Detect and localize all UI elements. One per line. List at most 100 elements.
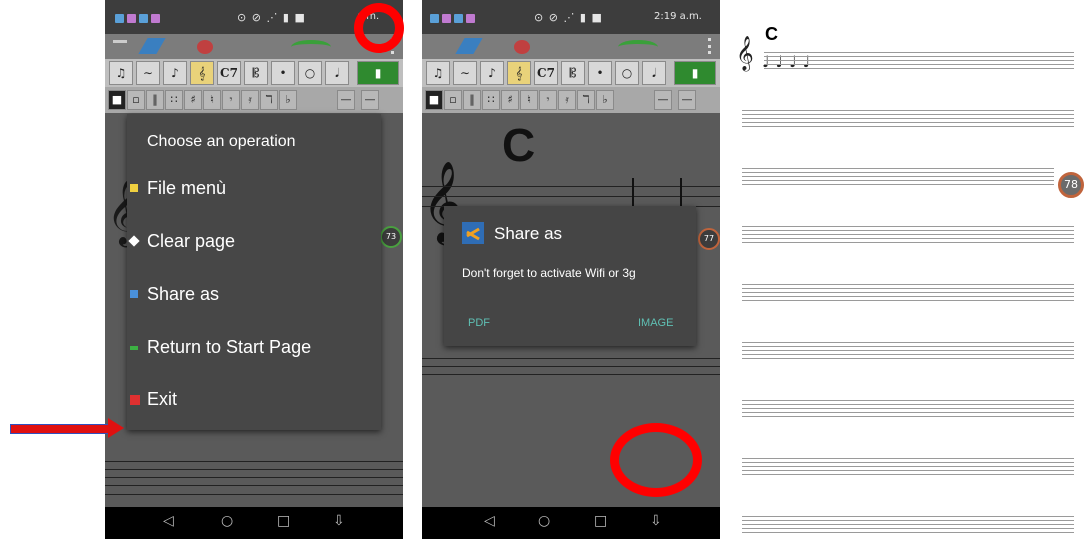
tool-button[interactable]: ○	[615, 61, 639, 85]
staff-line	[764, 52, 1074, 53]
tool-button[interactable]: ♫	[109, 61, 133, 85]
score-sheet-export: C 𝄞 ♩♩♩♩ 78	[736, 0, 1084, 539]
back-nav-icon[interactable]: ◁	[163, 513, 174, 529]
phone-screen-menu: ⊙ ⊘ ⋰ ▮ ■ a.m. ♫ ∼ ♪ 𝄞 C7 𝄡 • ○ 𝅘𝅥 ▮ ■ ▫…	[105, 0, 403, 539]
tool-button[interactable]: ♮	[203, 90, 221, 110]
staff-line	[742, 118, 1074, 119]
back-arrow-icon	[130, 346, 138, 350]
back-nav-icon[interactable]: ◁	[484, 513, 495, 529]
staff-line	[742, 474, 1074, 475]
page-number-badge: 78	[1058, 172, 1084, 198]
tool-button[interactable]: 𝄡	[561, 61, 585, 85]
undo-redo-icon[interactable]	[291, 40, 331, 54]
staff-line	[742, 404, 1074, 405]
chord-button[interactable]: C7	[534, 61, 558, 85]
staff-line	[742, 284, 1074, 285]
staff-line	[742, 110, 1074, 111]
menu-item-clear-page[interactable]: Clear page	[127, 223, 381, 263]
undo-redo-icon[interactable]	[618, 40, 658, 54]
share-dialog: Share as Don't forget to activate Wifi o…	[444, 206, 696, 346]
staff-line	[742, 126, 1074, 127]
overflow-menu-icon[interactable]	[708, 38, 714, 54]
page-number-badge[interactable]: 73	[380, 226, 402, 248]
operation-menu: Choose an operation File menù Clear page…	[127, 114, 381, 430]
tool-button[interactable]: 𝄾	[539, 90, 557, 110]
tool-button[interactable]: ▮	[674, 61, 716, 85]
staff-line	[742, 470, 1074, 471]
recents-nav-icon[interactable]: □	[594, 513, 607, 529]
notification-icon	[151, 14, 160, 23]
recents-nav-icon[interactable]: □	[277, 513, 290, 529]
menu-item-share[interactable]: Share as	[127, 276, 381, 316]
tool-button[interactable]: ∷	[165, 90, 183, 110]
tool-button[interactable]: ▮	[357, 61, 399, 85]
tool-button[interactable]: ♭	[596, 90, 614, 110]
tool-button[interactable]: •	[271, 61, 295, 85]
chord-symbol: C	[765, 24, 778, 44]
menu-item-label: Share as	[147, 284, 220, 304]
tool-button[interactable]: 𝄾	[222, 90, 240, 110]
notification-icon	[115, 14, 124, 23]
pdf-button[interactable]: PDF	[468, 317, 490, 329]
tool-button[interactable]: ∼	[453, 61, 477, 85]
staff-line	[742, 114, 1074, 115]
tool-button[interactable]: ♫	[426, 61, 450, 85]
signal-battery-icons: ⊙ ⊘ ⋰ ▮ ■	[237, 11, 306, 24]
eraser-icon[interactable]	[197, 40, 213, 54]
tool-button[interactable]: ■	[425, 90, 443, 110]
tool-button[interactable]: —	[654, 90, 672, 110]
tool-button[interactable]: ▫	[444, 90, 462, 110]
notifications-nav-icon[interactable]: ⇩	[650, 513, 662, 529]
tool-button[interactable]: ♪	[480, 61, 504, 85]
pencil-icon[interactable]	[138, 38, 166, 54]
clock-text: 2:19 a.m.	[654, 11, 702, 22]
rhythm-toolbar: ■ ▫ ‖ ∷ ♯ ♮ 𝄾 𝄿 ℸ ♭ — —	[105, 87, 403, 113]
notifications-nav-icon[interactable]: ⇩	[333, 513, 345, 529]
staff-line	[742, 292, 1074, 293]
eraser-icon[interactable]	[514, 40, 530, 54]
annotation-circle-overflow	[354, 3, 404, 53]
staff-line	[742, 176, 1054, 177]
tool-button[interactable]: 𝅘𝅥	[642, 61, 666, 85]
menu-item-label: Exit	[147, 389, 178, 409]
tool-button[interactable]: ℸ	[260, 90, 278, 110]
image-button[interactable]: IMAGE	[638, 317, 673, 329]
tool-button[interactable]: 𝄿	[558, 90, 576, 110]
tool-button[interactable]: ∷	[482, 90, 500, 110]
tool-button[interactable]: •	[588, 61, 612, 85]
pencil-icon[interactable]	[455, 38, 483, 54]
tool-button[interactable]: ■	[108, 90, 126, 110]
staff-line	[742, 180, 1054, 181]
tool-button[interactable]: ‖	[463, 90, 481, 110]
home-nav-icon[interactable]: ○	[221, 513, 233, 529]
tool-button[interactable]: ▫	[127, 90, 145, 110]
tool-button[interactable]: 𝄞	[507, 61, 531, 85]
tool-button[interactable]: ♯	[184, 90, 202, 110]
menu-item-return-start[interactable]: Return to Start Page	[127, 329, 381, 369]
tool-button[interactable]: ℸ	[577, 90, 595, 110]
chord-button[interactable]: C7	[217, 61, 241, 85]
staff-line	[764, 64, 1074, 65]
notation-toolbar: ♫ ∼ ♪ 𝄞 C7 𝄡 • ○ 𝅘𝅥 ▮	[105, 59, 403, 87]
menu-item-exit[interactable]: Exit	[127, 381, 381, 421]
hamburger-icon[interactable]	[113, 40, 127, 43]
home-nav-icon[interactable]: ○	[538, 513, 550, 529]
tool-button[interactable]: ♪	[163, 61, 187, 85]
tool-button[interactable]: —	[337, 90, 355, 110]
share-icon	[462, 222, 484, 244]
staff-line	[742, 524, 1074, 525]
tool-button[interactable]: 𝄞	[190, 61, 214, 85]
tool-button[interactable]: ‖	[146, 90, 164, 110]
tool-button[interactable]: 𝄡	[244, 61, 268, 85]
menu-item-file[interactable]: File menù	[127, 170, 381, 210]
page-number-badge[interactable]: 77	[698, 228, 720, 250]
tool-button[interactable]: —	[361, 90, 379, 110]
tool-button[interactable]: 𝅘𝅥	[325, 61, 349, 85]
tool-button[interactable]: ♯	[501, 90, 519, 110]
tool-button[interactable]: 𝄿	[241, 90, 259, 110]
tool-button[interactable]: —	[678, 90, 696, 110]
tool-button[interactable]: ♮	[520, 90, 538, 110]
tool-button[interactable]: ∼	[136, 61, 160, 85]
tool-button[interactable]: ♭	[279, 90, 297, 110]
tool-button[interactable]: ○	[298, 61, 322, 85]
